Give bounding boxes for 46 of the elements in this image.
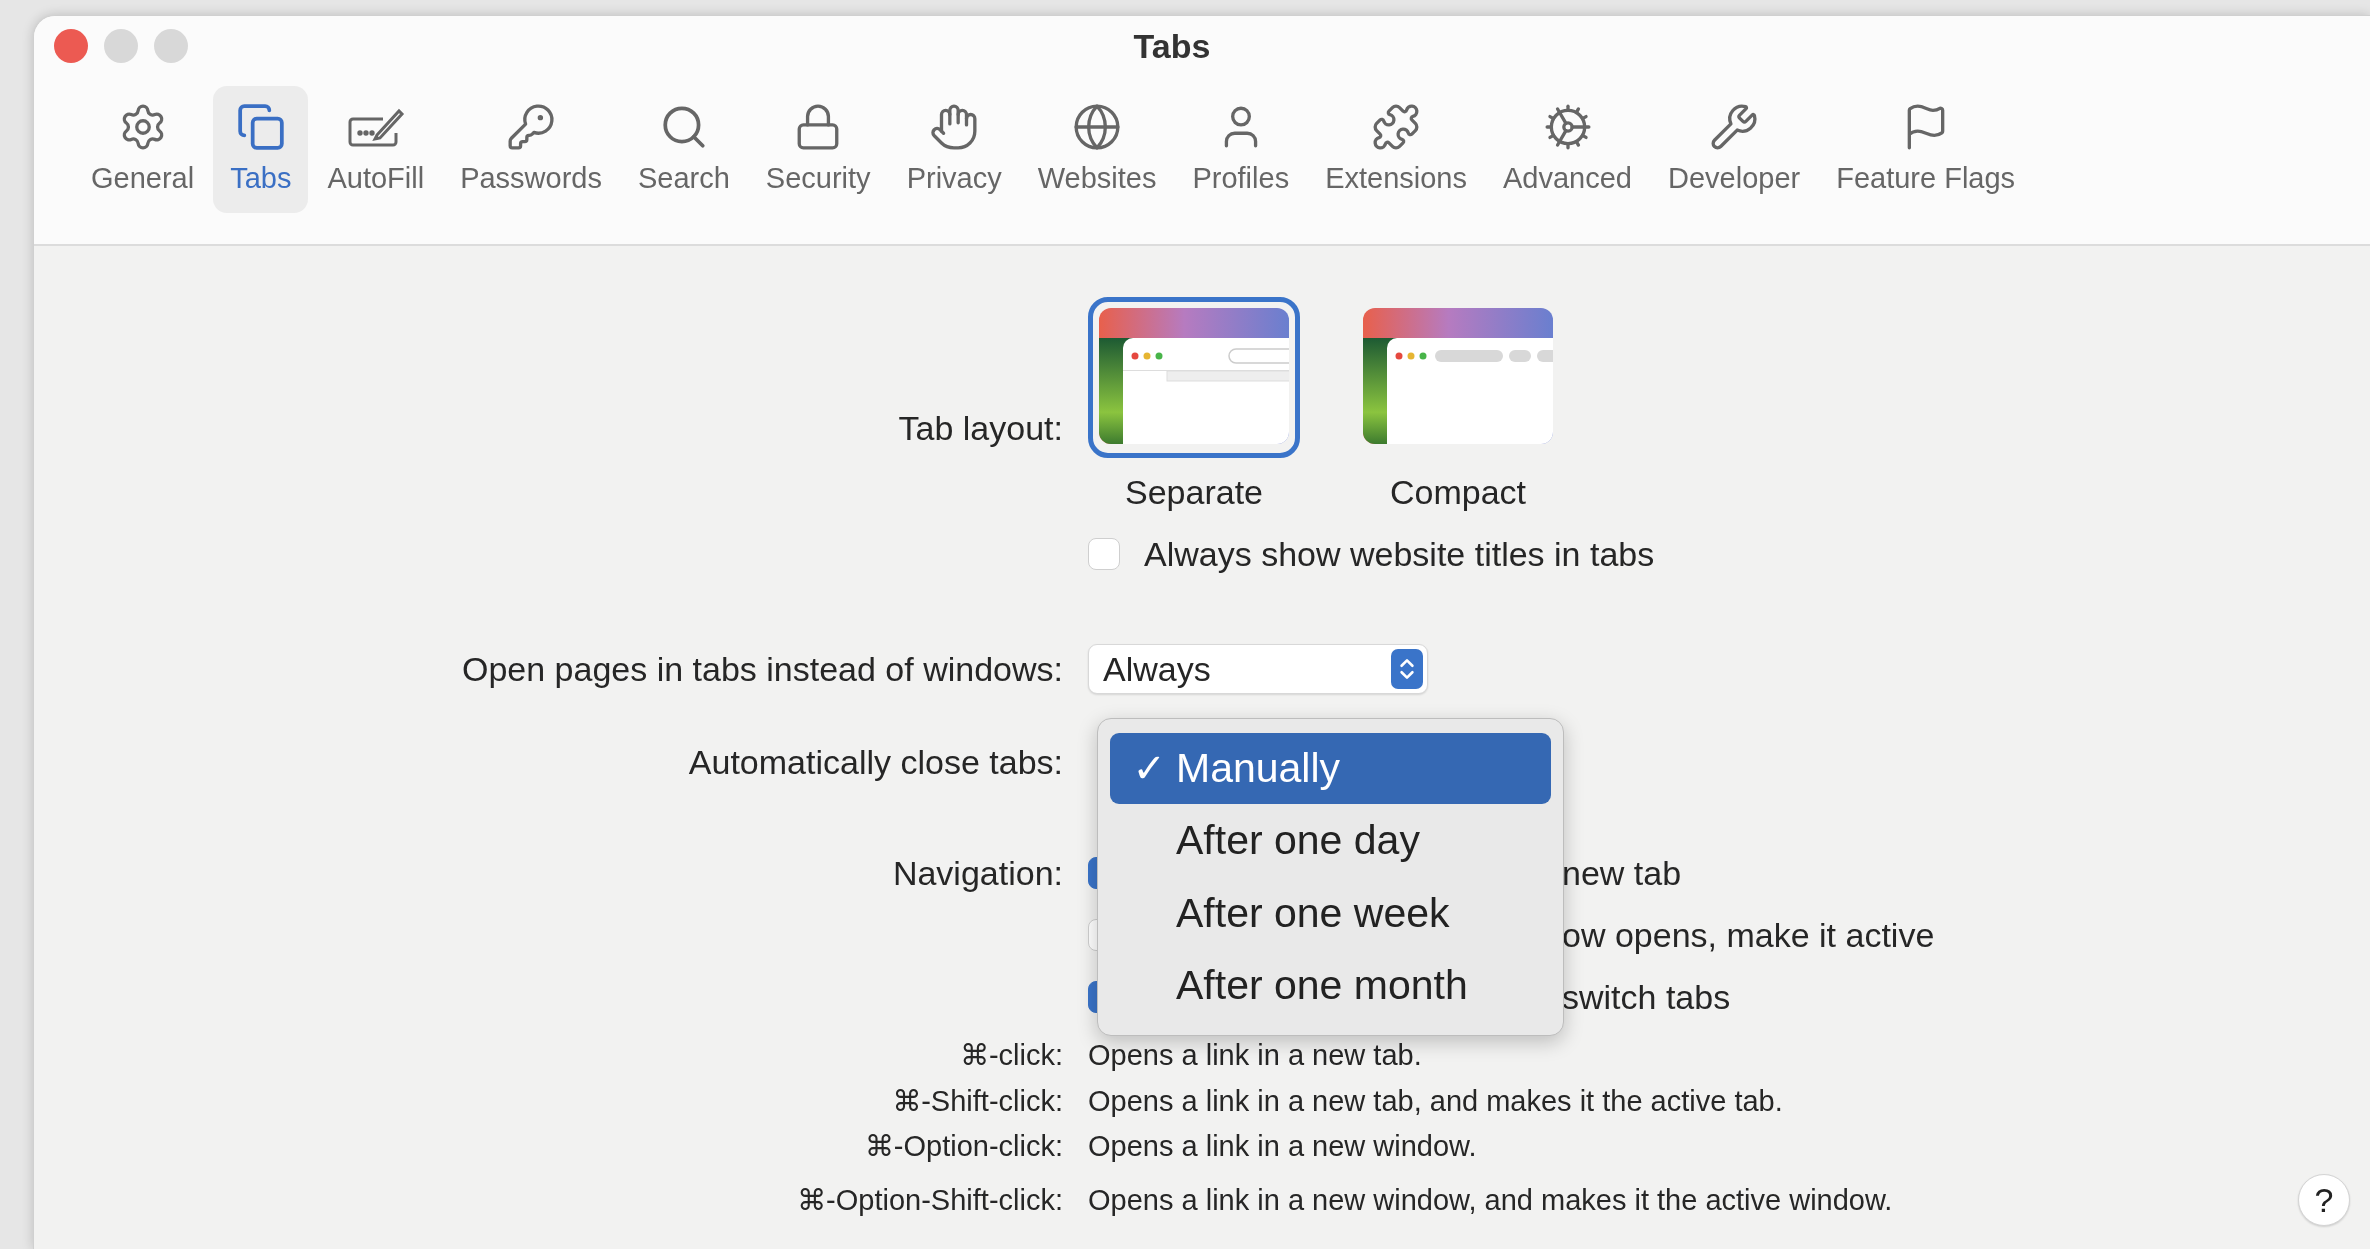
toolbar-tab[interactable]: Privacy bbox=[889, 86, 1019, 213]
toolbar-tab[interactable]: Websites bbox=[1020, 86, 1174, 213]
checkbox[interactable] bbox=[1088, 538, 1120, 570]
checkbox-label: Always show website titles in tabs bbox=[1144, 534, 1655, 574]
toolbar-tab[interactable]: General bbox=[74, 86, 212, 213]
toolbar-tab[interactable]: AutoFill bbox=[310, 86, 442, 213]
menu-item[interactable]: ✓ Manually bbox=[1110, 733, 1551, 804]
shortcut-keys: ⌘-Option-Shift-click: bbox=[34, 1183, 1063, 1217]
toolbar-tab[interactable]: Feature Flags bbox=[1819, 86, 2033, 213]
field-label: Tab layout: bbox=[897, 409, 1063, 448]
shortcut-keys: ⌘-Option-click: bbox=[34, 1129, 1063, 1163]
field-label: Navigation: bbox=[891, 853, 1063, 893]
checkbox-label: new tab bbox=[1562, 853, 1682, 893]
layout-option[interactable] bbox=[1088, 297, 1300, 458]
option-caption: Compact bbox=[1389, 472, 1527, 512]
field-label: Automatically close tabs: bbox=[687, 743, 1063, 782]
option-caption: Separate bbox=[1125, 472, 1263, 512]
shortcut-keys: ⌘-click: bbox=[34, 1038, 1063, 1072]
toolbar-tab[interactable]: Extensions bbox=[1308, 86, 1484, 213]
shortcut-description: Opens a link in a new tab. bbox=[1088, 1038, 1423, 1072]
shortcut-keys: ⌘-Shift-click: bbox=[34, 1084, 1063, 1118]
toolbar-tab[interactable]: Developer bbox=[1651, 86, 1818, 213]
menu-item[interactable]: After one month bbox=[1110, 950, 1551, 1021]
toolbar-tab[interactable]: Passwords bbox=[443, 86, 619, 213]
help-button[interactable]: ? bbox=[2298, 1174, 2350, 1226]
checkbox-label: switch tabs bbox=[1562, 977, 1731, 1017]
window-title: Tabs bbox=[1133, 26, 1212, 66]
tabs-icon bbox=[235, 102, 286, 152]
toolbar-tab[interactable]: Search bbox=[620, 86, 747, 213]
menu-item[interactable]: After one day bbox=[1110, 805, 1551, 876]
stepper-icon bbox=[1391, 649, 1423, 689]
hand-icon bbox=[929, 102, 980, 152]
field-label: Open pages in tabs instead of windows: bbox=[460, 649, 1063, 689]
menu-item[interactable]: After one week bbox=[1110, 878, 1551, 949]
close-button[interactable] bbox=[54, 29, 88, 63]
toolbar-tab[interactable]: Advanced bbox=[1486, 86, 1649, 213]
open-pages-dropdown[interactable]: Always bbox=[1088, 644, 1428, 694]
key-icon bbox=[506, 102, 557, 152]
toolbar-tab[interactable]: Security bbox=[748, 86, 888, 213]
toolbar-tab[interactable]: Profiles bbox=[1175, 86, 1307, 213]
shortcut-description: Opens a link in a new window, and makes it the active window. bbox=[1088, 1183, 1894, 1217]
shortcut-description: Opens a link in a new tab, and makes it the active tab. bbox=[1088, 1084, 1784, 1118]
shortcut-description: Opens a link in a new window. bbox=[1088, 1129, 1478, 1163]
toolbar-tab[interactable]: Tabs bbox=[213, 86, 309, 213]
checkbox-label: ow opens, make it active bbox=[1562, 915, 1935, 955]
wrench-icon bbox=[1709, 102, 1760, 152]
